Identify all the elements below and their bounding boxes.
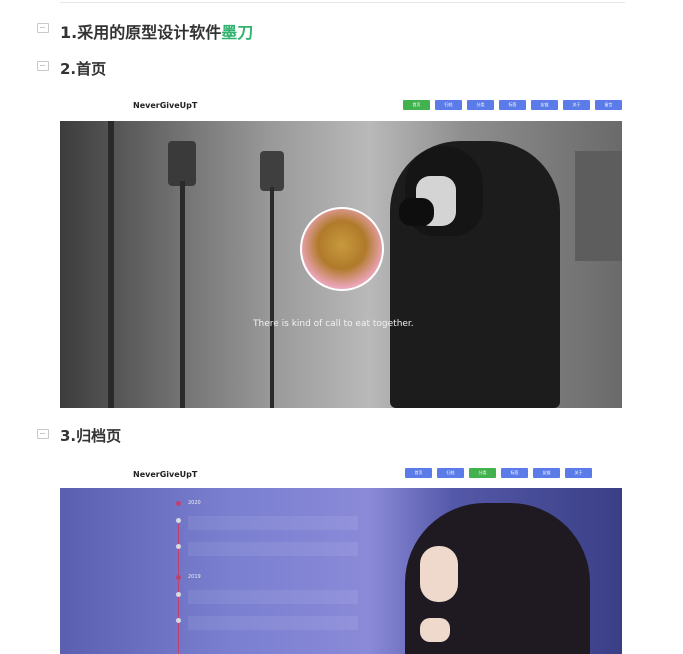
street-lamp [260,151,284,191]
archive-background-image: 2020 2019 [60,488,622,654]
section-1-title: 1.采用的原型设计软件 [60,23,222,42]
timeline-entry-dot [176,592,181,597]
mock-nav-link[interactable]: 标签 [499,100,526,110]
top-divider [60,2,625,3]
street-lamp-pole [108,121,114,408]
timeline-year-dot [176,501,181,506]
mock-navbar: NeverGiveUpT 首页 归档 分类 标签 友链 关于 留言 [60,91,622,122]
heading-anchor-icon[interactable] [37,61,49,71]
mock-nav-link[interactable]: 友链 [533,468,560,478]
archive-page-screenshot: NeverGiveUpT 首页 归档 分类 标签 友链 关于 2020 2019 [60,462,622,654]
street-lamp-pole [180,181,185,408]
mock-nav-link[interactable]: 首页 [405,468,432,478]
mock-nav-link[interactable]: 友链 [531,100,558,110]
portrait-hand [420,618,450,642]
mock-nav-link[interactable]: 归档 [435,100,462,110]
timeline-entry[interactable] [188,616,358,630]
portrait-face [420,546,458,602]
mock-nav-link[interactable]: 关于 [563,100,590,110]
mock-nav-link[interactable]: 分类 [467,100,494,110]
avatar[interactable] [300,207,384,291]
timeline-entry-dot [176,518,181,523]
mock-brand: NeverGiveUpT [133,470,198,479]
shop-sign [575,151,622,261]
mock-nav-link[interactable]: 标签 [501,468,528,478]
hero-slogan: There is kind of call to eat together. [253,319,414,329]
section-1-tool-name: 墨刀 [221,23,254,42]
street-lamp [168,141,196,186]
mock-nav-link[interactable]: 归档 [437,468,464,478]
home-page-screenshot: NeverGiveUpT 首页 归档 分类 标签 友链 关于 留言 There is kin… [60,91,622,408]
section-3-heading: 3.归档页 [60,427,122,445]
street-lamp-pole [270,187,274,408]
timeline-year: 2019 [188,574,201,580]
timeline-entry[interactable] [188,516,358,530]
character-mask [399,198,434,226]
timeline-entry-dot [176,618,181,623]
timeline-year: 2020 [188,500,201,506]
section-1-heading: 1.采用的原型设计软件墨刀 [60,19,253,43]
mock-navbar: NeverGiveUpT 首页 归档 分类 标签 友链 关于 [60,462,622,489]
hero-background-image: There is kind of call to eat together. [60,121,622,408]
mock-nav-link[interactable]: 分类 [469,468,496,478]
section-2-heading: 2.首页 [60,60,107,78]
heading-anchor-icon[interactable] [37,23,49,33]
timeline-year-dot [176,575,181,580]
timeline-entry[interactable] [188,542,358,556]
mock-nav-link[interactable]: 关于 [565,468,592,478]
mock-nav-link[interactable]: 首页 [403,100,430,110]
mock-nav-links: 首页 归档 分类 标签 友链 关于 [405,468,592,478]
mock-nav-link[interactable]: 留言 [595,100,622,110]
mock-nav-links: 首页 归档 分类 标签 友链 关于 留言 [403,100,622,110]
mock-brand: NeverGiveUpT [133,101,198,110]
heading-anchor-icon[interactable] [37,429,49,439]
timeline-entry[interactable] [188,590,358,604]
timeline-entry-dot [176,544,181,549]
